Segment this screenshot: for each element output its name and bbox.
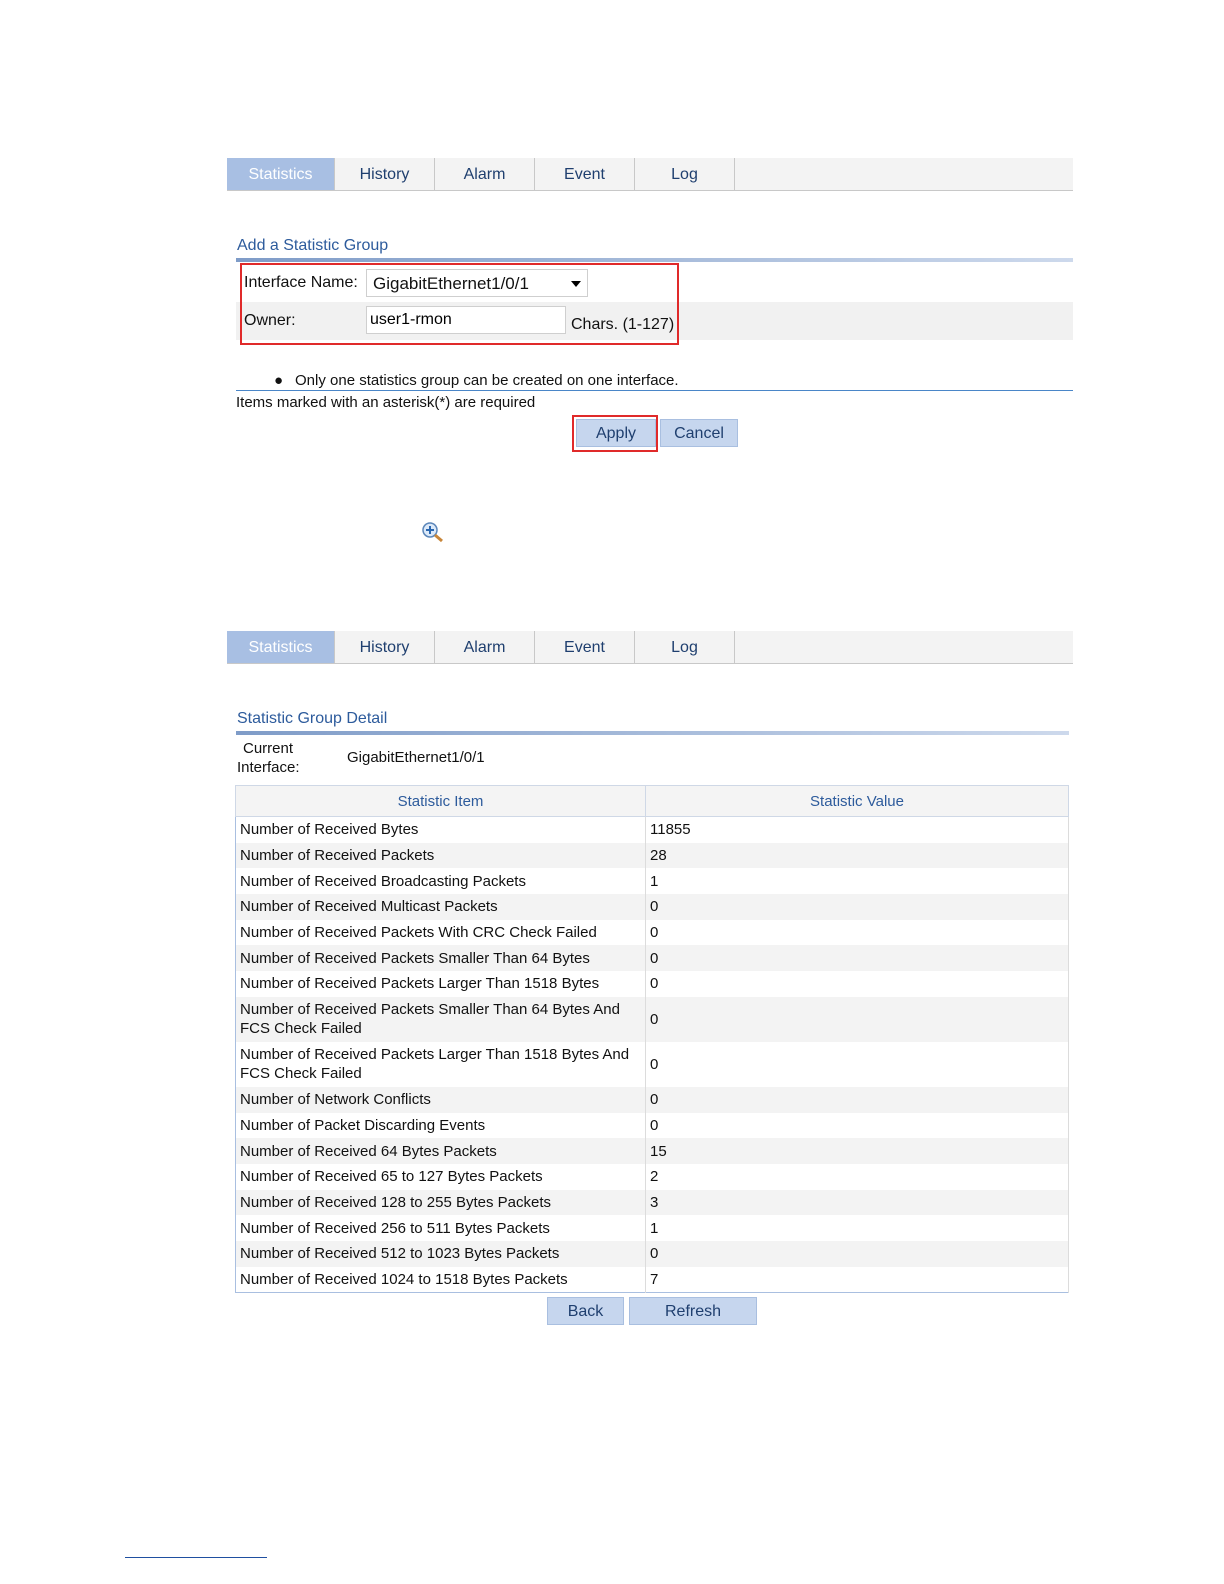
- refresh-button[interactable]: Refresh: [629, 1297, 757, 1325]
- table-row: Number of Received 512 to 1023 Bytes Pac…: [235, 1240, 1069, 1267]
- required-note: Items marked with an asterisk(*) are req…: [236, 394, 536, 411]
- statistic-item: Number of Received Packets Larger Than 1…: [235, 971, 646, 997]
- statistic-value: 0: [645, 971, 1069, 997]
- statistic-item: Number of Received 1024 to 1518 Bytes Pa…: [235, 1266, 646, 1293]
- tab-event[interactable]: Event: [535, 158, 635, 190]
- table-row: Number of Received 128 to 255 Bytes Pack…: [235, 1189, 1069, 1216]
- table-row: Number of Received Packets With CRC Chec…: [235, 919, 1069, 946]
- table-row: Number of Received Packets Larger Than 1…: [235, 1041, 1069, 1087]
- table-row: Number of Received 64 Bytes Packets 15: [235, 1138, 1069, 1164]
- statistic-value: 0: [645, 996, 1069, 1042]
- statistic-item: Number of Received 65 to 127 Bytes Packe…: [235, 1163, 646, 1190]
- statistic-value: 1: [645, 1215, 1069, 1241]
- statistic-item: Number of Received Packets Larger Than 1…: [235, 1041, 646, 1087]
- highlight-apply-box: [572, 415, 658, 452]
- back-button[interactable]: Back: [547, 1297, 624, 1325]
- detail-divider: [236, 731, 1069, 735]
- table-row: Number of Received 1024 to 1518 Bytes Pa…: [235, 1266, 1069, 1293]
- statistic-item: Number of Received 256 to 511 Bytes Pack…: [235, 1215, 646, 1241]
- tab-log[interactable]: Log: [635, 158, 735, 190]
- table-row: Number of Received Broadcasting Packets 1: [235, 868, 1069, 895]
- tab-log[interactable]: Log: [635, 631, 735, 663]
- statistic-group-detail-title: Statistic Group Detail: [237, 710, 388, 727]
- footnote-separator: [125, 1557, 267, 1558]
- statistic-item: Number of Received 512 to 1023 Bytes Pac…: [235, 1240, 646, 1267]
- statistic-item: Number of Received 128 to 255 Bytes Pack…: [235, 1189, 646, 1216]
- table-row: Number of Received 65 to 127 Bytes Packe…: [235, 1163, 1069, 1190]
- tab-statistics[interactable]: Statistics: [227, 158, 335, 190]
- statistics-table: Statistic Item Statistic Value Number of…: [235, 785, 1069, 1294]
- current-interface-value: GigabitEthernet1/0/1: [347, 749, 485, 766]
- statistic-value: 0: [645, 1041, 1069, 1087]
- statistic-value: 7: [645, 1266, 1069, 1293]
- table-row: Number of Received 256 to 511 Bytes Pack…: [235, 1215, 1069, 1241]
- note-divider: [236, 390, 1073, 391]
- statistic-value: 0: [645, 1086, 1069, 1113]
- statistic-item: Number of Received Multicast Packets: [235, 894, 646, 920]
- current-interface-label-line1: Current: [243, 740, 294, 757]
- statistic-item: Number of Received Bytes: [235, 816, 646, 843]
- tab-event[interactable]: Event: [535, 631, 635, 663]
- table-row: Number of Received Bytes 11855: [235, 816, 1069, 843]
- table-row: Number of Packet Discarding Events 0: [235, 1112, 1069, 1139]
- statistic-item: Number of Packet Discarding Events: [235, 1112, 646, 1139]
- statistic-item: Number of Received Broadcasting Packets: [235, 868, 646, 895]
- statistic-value: 1: [645, 868, 1069, 895]
- statistic-value: 15: [645, 1138, 1069, 1164]
- statistic-value: 0: [645, 1240, 1069, 1267]
- section-divider: [236, 258, 1073, 262]
- statistic-item: Number of Received Packets Smaller Than …: [235, 945, 646, 972]
- table-row: Number of Received Packets Larger Than 1…: [235, 971, 1069, 997]
- note-bullet: ●: [274, 372, 284, 389]
- statistic-item: Number of Received Packets With CRC Chec…: [235, 919, 646, 946]
- current-interface-label-line2: Interface:: [237, 759, 300, 776]
- col-statistic-value: Statistic Value: [645, 785, 1069, 817]
- statistic-value: 3: [645, 1189, 1069, 1216]
- table-row: Number of Received Packets Smaller Than …: [235, 996, 1069, 1042]
- statistic-value: 0: [645, 945, 1069, 972]
- statistic-value: 11855: [645, 816, 1069, 843]
- statistic-value: 0: [645, 1112, 1069, 1139]
- statistic-value: 0: [645, 919, 1069, 946]
- table-row: Number of Received Packets Smaller Than …: [235, 945, 1069, 972]
- tab-statistics[interactable]: Statistics: [227, 631, 335, 663]
- table-row: Number of Received Packets 28: [235, 842, 1069, 869]
- statistic-value: 28: [645, 842, 1069, 869]
- statistic-item: Number of Network Conflicts: [235, 1086, 646, 1113]
- tab-history[interactable]: History: [335, 158, 435, 190]
- cancel-button[interactable]: Cancel: [660, 419, 738, 447]
- table-row: Number of Received Multicast Packets 0: [235, 894, 1069, 920]
- tab-bar: Statistics History Alarm Event Log: [227, 158, 1073, 191]
- statistic-value: 2: [645, 1163, 1069, 1190]
- col-statistic-item: Statistic Item: [235, 785, 646, 817]
- single-group-note: Only one statistics group can be created…: [295, 372, 679, 389]
- add-statistic-group-title: Add a Statistic Group: [237, 237, 389, 254]
- tab-bar-detail: Statistics History Alarm Event Log: [227, 631, 1073, 664]
- tab-alarm[interactable]: Alarm: [435, 158, 535, 190]
- statistic-item: Number of Received Packets Smaller Than …: [235, 996, 646, 1042]
- table-row: Number of Network Conflicts 0: [235, 1086, 1069, 1113]
- zoom-in-icon[interactable]: [421, 521, 445, 543]
- statistic-item: Number of Received Packets: [235, 842, 646, 869]
- statistic-item: Number of Received 64 Bytes Packets: [235, 1138, 646, 1164]
- tab-alarm[interactable]: Alarm: [435, 631, 535, 663]
- statistic-value: 0: [645, 894, 1069, 920]
- highlight-form-box: [240, 263, 679, 345]
- tab-history[interactable]: History: [335, 631, 435, 663]
